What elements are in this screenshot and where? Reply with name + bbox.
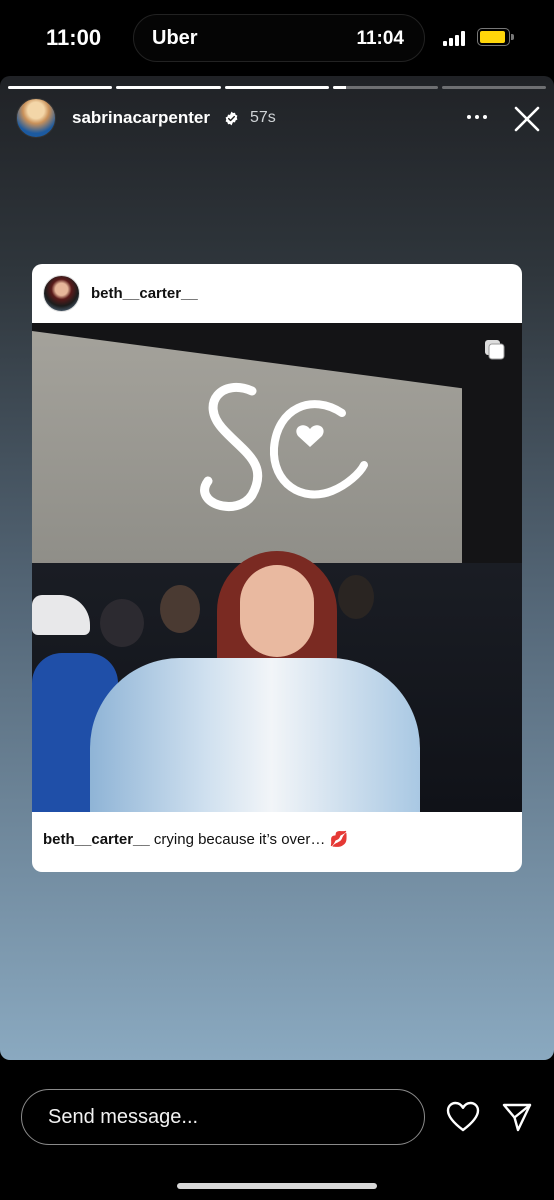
live-activity-time: 11:04 bbox=[356, 28, 404, 49]
story-progress-segment bbox=[333, 86, 438, 89]
live-activity-app: Uber bbox=[152, 27, 198, 49]
story-progress bbox=[8, 86, 547, 89]
story-author-avatar[interactable] bbox=[16, 98, 56, 138]
story-author-username[interactable]: sabrinacarpenter bbox=[72, 108, 210, 128]
status-bar: 11:00 Uber 11:04 bbox=[0, 0, 554, 76]
story-header: sabrinacarpenter 57s bbox=[0, 96, 554, 142]
signal-icon bbox=[443, 31, 469, 46]
person-jacket bbox=[90, 658, 420, 812]
carousel-icon bbox=[485, 340, 505, 360]
verified-badge-icon bbox=[225, 111, 238, 126]
story-progress-segment bbox=[224, 86, 330, 89]
story-timestamp: 57s bbox=[250, 109, 276, 126]
shared-post-header: beth__carter__ bbox=[32, 264, 522, 323]
home-indicator[interactable] bbox=[177, 1183, 377, 1189]
shared-post-avatar[interactable] bbox=[43, 275, 80, 312]
person-face bbox=[240, 565, 314, 657]
caption-username[interactable]: beth__carter__ bbox=[43, 831, 150, 848]
sc-logo bbox=[200, 382, 368, 511]
shared-post-caption: beth__carter__ crying because it’s over…… bbox=[43, 830, 348, 848]
dynamic-island[interactable]: Uber 11:04 bbox=[133, 14, 425, 62]
more-horizontal-icon[interactable] bbox=[462, 102, 492, 132]
caption-text: crying because it’s over… 💋 bbox=[153, 831, 349, 848]
shared-post-photo[interactable] bbox=[32, 323, 522, 812]
story-viewer[interactable]: sabrinacarpenter 57s beth__carter__ beth… bbox=[0, 76, 554, 1060]
story-progress-segment bbox=[116, 86, 221, 89]
story-progress-segment bbox=[8, 86, 113, 89]
story-progress-segment bbox=[441, 86, 547, 89]
battery-icon bbox=[477, 28, 510, 46]
send-icon[interactable] bbox=[501, 1101, 533, 1133]
close-icon[interactable] bbox=[512, 104, 542, 134]
heart-icon[interactable] bbox=[446, 1101, 480, 1133]
shared-post-card[interactable]: beth__carter__ beth__carter__ crying bec… bbox=[32, 264, 522, 872]
send-message-input[interactable] bbox=[21, 1089, 425, 1145]
shared-post-username[interactable]: beth__carter__ bbox=[91, 285, 198, 302]
status-time: 11:00 bbox=[46, 25, 102, 50]
